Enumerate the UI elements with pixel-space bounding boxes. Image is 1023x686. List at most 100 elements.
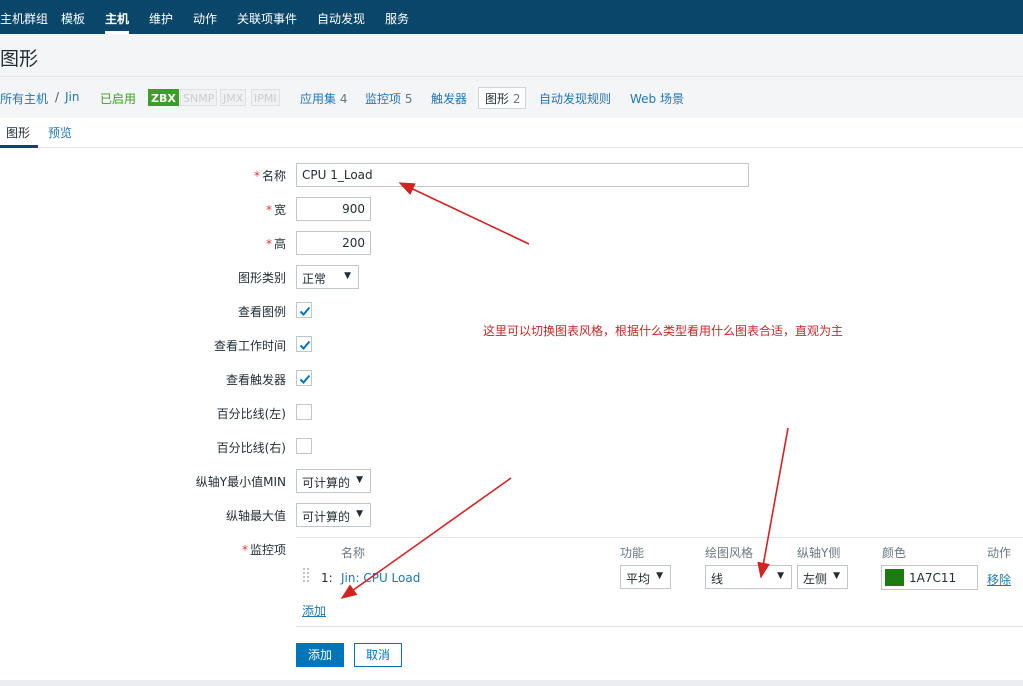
required-marker: * — [253, 169, 260, 183]
show-legend-label: 查看图例 — [237, 305, 286, 319]
show-working-time-label: 查看工作时间 — [213, 339, 286, 353]
cancel-button[interactable]: 取消 — [354, 643, 402, 667]
ymax-label: 纵轴最大值 — [225, 509, 286, 523]
show-triggers-label: 查看触发器 — [225, 373, 286, 387]
breadcrumb-host[interactable]: Jin — [65, 90, 79, 104]
item-name-link[interactable]: Jin: CPU Load — [341, 571, 420, 585]
required-marker: * — [265, 203, 272, 217]
items-label: * 监控项 — [242, 541, 286, 558]
snmp-badge: SNMP — [180, 89, 218, 106]
breadcrumb-all-hosts[interactable]: 所有主机 — [0, 90, 48, 107]
nav-templates[interactable]: 模板 — [61, 10, 85, 27]
nav-actions[interactable]: 动作 — [193, 10, 217, 27]
chevron-down-icon: ▼ — [777, 571, 784, 581]
ymin-value: 可计算的 — [302, 476, 351, 490]
percentile-left-checkbox[interactable] — [296, 404, 312, 420]
items-label-text: 监控项 — [249, 543, 286, 557]
item-row-index: 1: — [321, 571, 333, 585]
zbx-badge: ZBX — [148, 89, 179, 106]
tab-graphs[interactable]: 图形 2 — [485, 90, 520, 107]
chevron-down-icon: ▼ — [833, 571, 840, 581]
tab-triggers[interactable]: 触发器 — [431, 90, 467, 107]
breadcrumb-separator: / — [55, 90, 60, 104]
form-tabs — [0, 118, 1023, 148]
remove-item-link[interactable]: 移除 — [987, 571, 1011, 588]
tab-items[interactable]: 监控项 5 — [365, 90, 412, 107]
width-label-text: 宽 — [273, 203, 286, 217]
ymax-value: 可计算的 — [302, 510, 351, 524]
col-header-draw-style: 绘图风格 — [705, 546, 754, 560]
width-label: * 宽 — [266, 201, 286, 218]
show-triggers-checkbox[interactable] — [296, 370, 312, 386]
item-y-axis-side-value: 左侧 — [803, 572, 828, 586]
height-label: * 高 — [266, 235, 286, 252]
ymin-label: 纵轴Y最小值MIN — [195, 475, 286, 489]
percentile-left-label: 百分比线(左) — [216, 407, 286, 421]
graph-type-select[interactable]: 正常 ▼ — [296, 265, 359, 289]
required-marker: * — [265, 237, 272, 251]
tab-graphs-count: 2 — [512, 92, 521, 106]
annotation-text: 这里可以切换图表风格，根据什么类型看用什么图表合适，直观为主 — [483, 324, 844, 338]
subtab-graph[interactable]: 图形 — [6, 124, 30, 141]
name-input[interactable]: CPU 1_Load — [296, 163, 749, 187]
page-header — [0, 34, 1023, 76]
col-header-function: 功能 — [620, 546, 645, 560]
ymin-select[interactable]: 可计算的 ▼ — [296, 469, 371, 493]
subtab-preview[interactable]: 预览 — [48, 124, 72, 141]
show-legend-checkbox[interactable] — [296, 302, 312, 318]
nav-correlation[interactable]: 关联项事件 — [237, 10, 297, 27]
subtab-active-indicator — [0, 145, 38, 148]
graph-type-label: 图形类别 — [237, 271, 286, 285]
col-header-name: 名称 — [341, 546, 366, 560]
item-color-value: 1A7C11 — [909, 571, 957, 585]
col-header-y-axis-side: 纵轴Y侧 — [797, 546, 841, 560]
tab-discovery-rules[interactable]: 自动发现规则 — [539, 90, 611, 107]
item-function-select[interactable]: 平均 ▼ — [620, 565, 671, 589]
ymax-select[interactable]: 可计算的 ▼ — [296, 503, 371, 527]
show-working-time-checkbox[interactable] — [296, 336, 312, 352]
top-navigation: 主机群组 模板 主机 维护 动作 关联项事件 自动发现 服务 — [0, 0, 1023, 34]
percentile-right-label: 百分比线(右) — [216, 441, 286, 455]
name-label: * 名称 — [254, 167, 286, 184]
footer-strip — [0, 680, 1023, 686]
tab-items-count: 5 — [404, 92, 413, 106]
chevron-down-icon: ▼ — [656, 571, 663, 581]
chevron-down-icon: ▼ — [344, 271, 351, 281]
add-button[interactable]: 添加 — [296, 643, 344, 667]
nav-maintenance[interactable]: 维护 — [149, 10, 173, 27]
checkmark-icon — [299, 340, 311, 350]
tab-applications-label: 应用集 — [300, 92, 337, 106]
tab-graphs-label: 图形 — [485, 92, 510, 106]
nav-discovery[interactable]: 自动发现 — [317, 10, 365, 27]
item-draw-style-value: 线 — [711, 572, 724, 586]
item-color-swatch[interactable] — [885, 569, 904, 586]
checkmark-icon — [299, 306, 311, 316]
col-header-action: 动作 — [987, 546, 1012, 560]
height-input[interactable]: 200 — [296, 231, 371, 255]
nav-hosts[interactable]: 主机 — [105, 10, 129, 27]
tab-applications[interactable]: 应用集 4 — [300, 90, 347, 107]
tab-items-label: 监控项 — [365, 92, 402, 106]
height-label-text: 高 — [273, 237, 286, 251]
annotation-arrow-name — [398, 182, 530, 245]
item-y-axis-side-select[interactable]: 左侧 ▼ — [797, 565, 848, 589]
tab-web-scenarios[interactable]: Web 场景 — [630, 90, 684, 107]
ipmi-badge: IPMI — [251, 89, 280, 106]
host-status-enabled[interactable]: 已启用 — [100, 90, 136, 107]
checkmark-icon — [299, 374, 311, 384]
jmx-badge: JMX — [220, 89, 247, 106]
nav-services[interactable]: 服务 — [385, 10, 409, 27]
required-marker: * — [241, 543, 248, 557]
item-function-value: 平均 — [626, 572, 651, 586]
add-item-link[interactable]: 添加 — [302, 602, 326, 619]
graph-type-value: 正常 — [302, 272, 327, 286]
item-draw-style-select[interactable]: 线 ▼ — [705, 565, 792, 589]
page-title: 图形 — [0, 48, 39, 70]
drag-handle-icon[interactable] — [302, 566, 310, 586]
name-label-text: 名称 — [261, 169, 286, 183]
chevron-down-icon: ▼ — [356, 475, 363, 485]
percentile-right-checkbox[interactable] — [296, 438, 312, 454]
nav-host-groups[interactable]: 主机群组 — [0, 10, 48, 27]
col-header-color: 颜色 — [882, 546, 907, 560]
width-input[interactable]: 900 — [296, 197, 371, 221]
